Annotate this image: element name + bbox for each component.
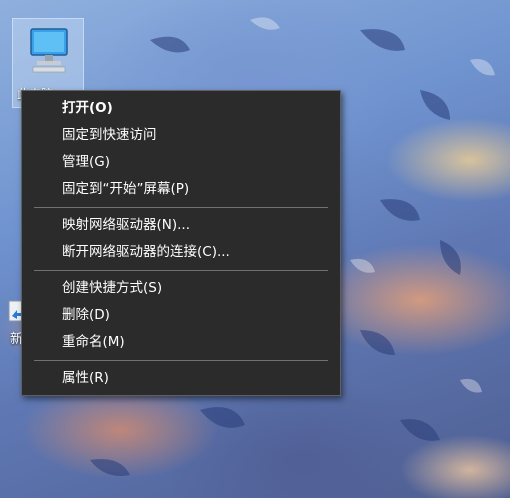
menu-separator bbox=[34, 360, 328, 361]
menu-item-properties[interactable]: 属性(R) bbox=[22, 365, 340, 392]
menu-item-pin-quick-access[interactable]: 固定到快速访问 bbox=[22, 122, 340, 149]
menu-item-create-shortcut[interactable]: 创建快捷方式(S) bbox=[22, 275, 340, 302]
menu-item-disconnect-network-drive[interactable]: 断开网络驱动器的连接(C)... bbox=[22, 239, 340, 266]
context-menu: 打开(O) 固定到快速访问 管理(G) 固定到“开始”屏幕(P) 映射网络驱动器… bbox=[21, 90, 341, 396]
menu-separator bbox=[34, 207, 328, 208]
menu-item-manage[interactable]: 管理(G) bbox=[22, 149, 340, 176]
computer-monitor-icon bbox=[29, 27, 69, 79]
menu-separator bbox=[34, 270, 328, 271]
menu-item-rename[interactable]: 重命名(M) bbox=[22, 329, 340, 356]
menu-item-pin-start[interactable]: 固定到“开始”屏幕(P) bbox=[22, 176, 340, 203]
menu-item-delete[interactable]: 删除(D) bbox=[22, 302, 340, 329]
menu-item-map-network-drive[interactable]: 映射网络驱动器(N)... bbox=[22, 212, 340, 239]
menu-item-open[interactable]: 打开(O) bbox=[22, 95, 340, 122]
